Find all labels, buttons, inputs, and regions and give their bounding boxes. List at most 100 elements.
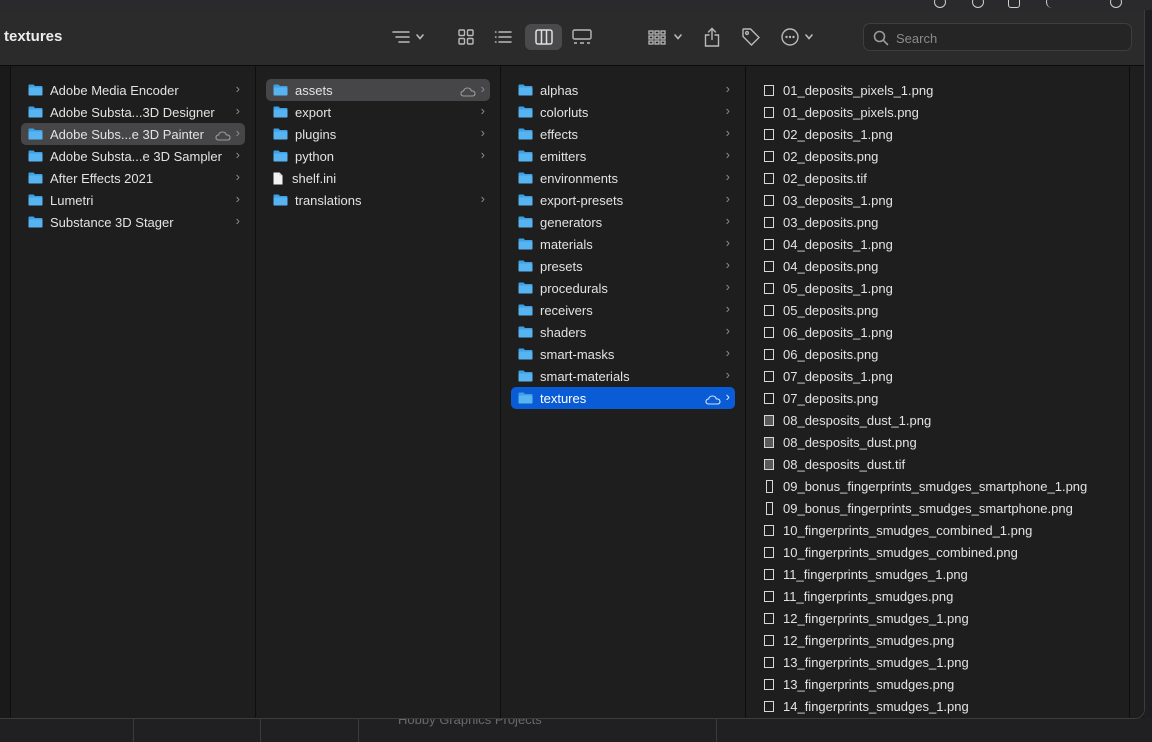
file-item[interactable]: 14_fingerprints_smudges.png xyxy=(756,717,1119,718)
menu-extra-icon[interactable] xyxy=(1078,0,1090,8)
image-thumbnail-icon xyxy=(764,524,774,536)
image-thumbnail-icon xyxy=(764,458,774,470)
icon-view-button[interactable] xyxy=(453,24,479,50)
file-item[interactable]: 03_deposits_1.png xyxy=(756,189,1119,211)
file-item[interactable]: 09_bonus_fingerprints_smudges_smartphone… xyxy=(756,497,1119,519)
file-item[interactable]: 04_deposits.png xyxy=(756,255,1119,277)
file-item[interactable]: 05_deposits_1.png xyxy=(756,277,1119,299)
column-2[interactable]: assets › export › plugins › python › shelf.ini tr… xyxy=(256,66,501,718)
gallery-view-button[interactable] xyxy=(568,24,596,50)
file-item[interactable]: 11_fingerprints_smudges_1.png xyxy=(756,563,1119,585)
image-thumbnail-icon xyxy=(764,634,774,646)
folder-item[interactable]: shaders › xyxy=(511,321,735,343)
image-thumbnail-icon xyxy=(764,612,774,624)
file-item[interactable]: 01_deposits_pixels_1.png xyxy=(756,79,1119,101)
file-item[interactable]: 05_deposits.png xyxy=(756,299,1119,321)
folder-item[interactable]: export › xyxy=(266,101,490,123)
folder-item[interactable]: Adobe Substa...e 3D Sampler › xyxy=(21,145,245,167)
file-item[interactable]: 10_fingerprints_smudges_combined_1.png xyxy=(756,519,1119,541)
image-thumbnail-icon xyxy=(764,106,774,118)
tag-button[interactable] xyxy=(738,24,764,50)
file-item[interactable]: 12_fingerprints_smudges.png xyxy=(756,629,1119,651)
file-label: 09_bonus_fingerprints_smudges_smartphone… xyxy=(783,500,1073,516)
folder-item[interactable]: textures › xyxy=(511,387,735,409)
folder-item[interactable]: smart-masks › xyxy=(511,343,735,365)
file-item[interactable]: 03_deposits.png xyxy=(756,211,1119,233)
share-button[interactable] xyxy=(700,24,724,50)
file-item[interactable]: 02_deposits.png xyxy=(756,145,1119,167)
menu-extra-icon[interactable] xyxy=(1110,0,1122,8)
file-item[interactable]: 08_desposits_dust.png xyxy=(756,431,1119,453)
file-item[interactable]: 10_fingerprints_smudges_combined.png xyxy=(756,541,1119,563)
folder-item[interactable]: After Effects 2021 › xyxy=(21,167,245,189)
search-input[interactable] xyxy=(894,28,1118,48)
sort-button[interactable] xyxy=(385,24,429,50)
list-view-button[interactable] xyxy=(490,24,516,50)
file-item[interactable]: 14_fingerprints_smudges_1.png xyxy=(756,695,1119,717)
folder-item[interactable]: receivers › xyxy=(511,299,735,321)
icon-view-icon xyxy=(458,29,474,45)
folder-item[interactable]: procedurals › xyxy=(511,277,735,299)
folder-item[interactable]: colorluts › xyxy=(511,101,735,123)
menu-extra-icon[interactable] xyxy=(972,0,984,8)
column-view-button[interactable] xyxy=(525,24,562,50)
folder-item[interactable]: generators › xyxy=(511,211,735,233)
folder-item[interactable]: materials › xyxy=(511,233,735,255)
group-icon xyxy=(648,30,682,45)
image-thumbnail-icon xyxy=(764,568,774,580)
file-label: 09_bonus_fingerprints_smudges_smartphone… xyxy=(783,478,1088,494)
file-item[interactable]: 01_deposits_pixels.png xyxy=(756,101,1119,123)
search-field[interactable] xyxy=(863,23,1132,51)
image-thumbnail-icon xyxy=(766,479,773,493)
file-item[interactable]: 06_deposits_1.png xyxy=(756,321,1119,343)
folder-item[interactable]: Substance 3D Stager › xyxy=(21,211,245,233)
folder-item[interactable]: effects › xyxy=(511,123,735,145)
background-window-edge xyxy=(1144,10,1152,718)
more-actions-button[interactable] xyxy=(778,24,820,50)
background-window xyxy=(0,718,1152,742)
folder-item[interactable]: Adobe Media Encoder › xyxy=(21,79,245,101)
file-item[interactable]: 08_desposits_dust_1.png xyxy=(756,409,1119,431)
file-item[interactable]: 09_bonus_fingerprints_smudges_smartphone… xyxy=(756,475,1119,497)
folder-item[interactable]: export-presets › xyxy=(511,189,735,211)
folder-item[interactable]: plugins › xyxy=(266,123,490,145)
folder-item[interactable]: alphas › xyxy=(511,79,735,101)
file-item[interactable]: 02_deposits.tif xyxy=(756,167,1119,189)
file-item[interactable]: 12_fingerprints_smudges_1.png xyxy=(756,607,1119,629)
folder-item[interactable]: translations › xyxy=(266,189,490,211)
file-label: 03_deposits.png xyxy=(783,214,879,230)
folder-icon xyxy=(28,172,43,184)
file-item[interactable]: 06_deposits.png xyxy=(756,343,1119,365)
file-item[interactable]: 13_fingerprints_smudges.png xyxy=(756,673,1119,695)
menu-extra-icon[interactable] xyxy=(1046,0,1058,8)
file-item[interactable]: 08_desposits_dust.tif xyxy=(756,453,1119,475)
folder-item[interactable]: assets › xyxy=(266,79,490,101)
folder-item[interactable]: Lumetri › xyxy=(21,189,245,211)
folder-item[interactable]: presets › xyxy=(511,255,735,277)
file-label: 03_deposits_1.png xyxy=(783,192,893,208)
folder-item[interactable]: environments › xyxy=(511,167,735,189)
column-view-icon xyxy=(534,29,553,45)
file-item[interactable]: 02_deposits_1.png xyxy=(756,123,1119,145)
column-3[interactable]: alphas › colorluts › effects › emitters › enviro… xyxy=(501,66,746,718)
file-item[interactable]: 07_deposits_1.png xyxy=(756,365,1119,387)
folder-item[interactable]: Adobe Subs...e 3D Painter › xyxy=(21,123,245,145)
file-item[interactable]: 11_fingerprints_smudges.png xyxy=(756,585,1119,607)
image-thumbnail-icon xyxy=(764,656,774,668)
folder-item[interactable]: smart-materials › xyxy=(511,365,735,387)
column-4[interactable]: 01_deposits_pixels_1.png 01_deposits_pixe… xyxy=(746,66,1130,718)
column-1[interactable]: Adobe Media Encoder › Adobe Substa...3D De… xyxy=(11,66,256,718)
folder-item[interactable]: emitters › xyxy=(511,145,735,167)
file-item[interactable]: shelf.ini xyxy=(266,167,490,189)
column-5[interactable] xyxy=(1130,66,1144,718)
folder-item[interactable]: python › xyxy=(266,145,490,167)
file-item[interactable]: 07_deposits.png xyxy=(756,387,1119,409)
folder-item[interactable]: Adobe Substa...3D Designer › xyxy=(21,101,245,123)
tag-icon xyxy=(742,28,760,46)
file-item[interactable]: 13_fingerprints_smudges_1.png xyxy=(756,651,1119,673)
menu-extra-icon[interactable] xyxy=(934,0,946,8)
menu-extra-icon[interactable] xyxy=(1008,0,1020,8)
file-item[interactable]: 04_deposits_1.png xyxy=(756,233,1119,255)
group-button[interactable] xyxy=(645,24,685,50)
folder-icon xyxy=(518,260,533,272)
